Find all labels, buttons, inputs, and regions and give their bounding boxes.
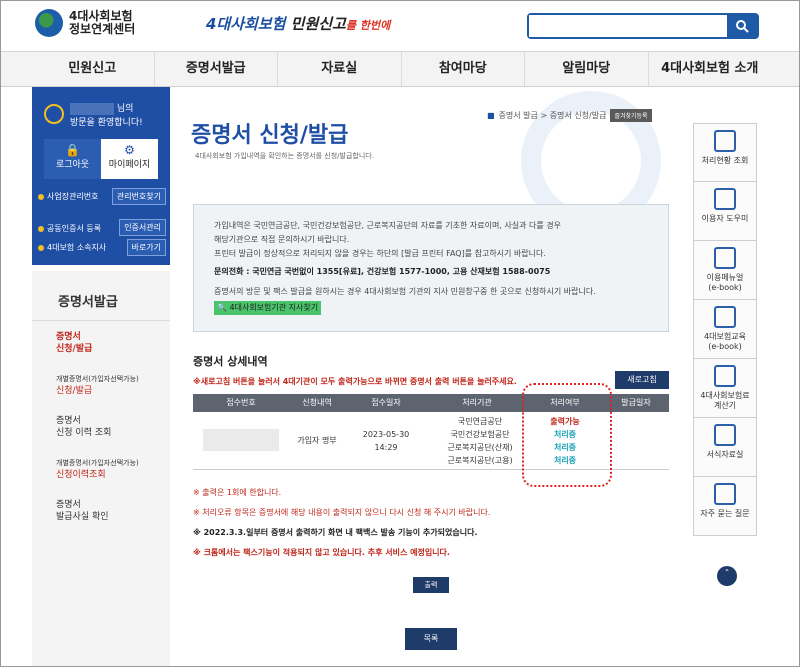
nav-item-resources[interactable]: 자료실 <box>277 52 401 86</box>
left-menu-item-apply[interactable]: 증명서 신청/발급 <box>32 321 170 363</box>
notice-box: 가입내역은 국민연금공단, 국민건강보험공단, 근로복지공단의 자료를 기초한 … <box>193 204 669 332</box>
mypage-button[interactable]: ⚙ 마이페이지 <box>101 139 158 179</box>
nav-item-participation[interactable]: 참여마당 <box>400 52 525 86</box>
workplace-number-label: 사업장관리번호 <box>38 191 99 202</box>
login-box: 님의 방문을 환영합니다! 🔒 로그아웃 ⚙ 마이페이지 사업장관리번호 관리번… <box>32 87 170 265</box>
search-icon <box>736 20 749 33</box>
magnifier-icon: 🔍 <box>217 303 227 312</box>
left-menu-item-individual-apply[interactable]: 개별증명서(가입자선택가능) 신청/발급 <box>32 363 170 405</box>
receipt-number-blurred <box>203 428 279 451</box>
quick-faq[interactable]: 자주 묻는 질문 <box>693 477 757 536</box>
print-button[interactable]: 출력 <box>413 577 449 593</box>
clipboard-icon <box>714 130 736 152</box>
bullet-icon <box>38 225 44 232</box>
main-nav: 민원신고 증명서발급 자료실 참여마당 알림마당 4대사회보험 소개 <box>1 51 799 87</box>
left-menu-item-verify[interactable]: 증명서 발급사실 확인 <box>32 489 170 531</box>
monitor-icon <box>714 188 736 210</box>
search-button[interactable] <box>727 15 757 37</box>
status-highlight-annotation <box>522 383 612 487</box>
left-menu-item-individual-history[interactable]: 개별증명서(가입자선택가능) 신청이력조회 <box>32 447 170 489</box>
page-subtitle: 4대사회보험 가입내역을 확인하는 증명서를 신청/발급합니다. <box>195 152 374 160</box>
nav-item-certificate[interactable]: 증명서발급 <box>153 52 278 86</box>
detail-section-title: 증명서 상세내역 <box>193 355 268 368</box>
contact-phone: 문의전화 : 국민연금 국번없이 1355[유료], 건강보험 1577-100… <box>214 267 551 276</box>
list-button[interactable]: 목록 <box>405 628 457 650</box>
notes: ※ 출력은 1회에 한합니다. ※ 처리오류 항목은 증명서에 해당 내용이 출… <box>193 488 491 557</box>
logo-line2: 정보연계센터 <box>69 22 136 36</box>
favorite-button[interactable]: 즐겨찾기등록 <box>610 109 652 122</box>
site-logo[interactable]: 4대사회보험 정보연계센터 <box>35 9 135 37</box>
find-number-button[interactable]: 관리번호찾기 <box>111 188 166 205</box>
branch-goto-button[interactable]: 바로가기 <box>126 239 166 256</box>
slogan-banner: 4대사회보험 민원신고를 한번에 <box>206 15 391 33</box>
quick-forms[interactable]: 서식자료실 <box>693 418 757 477</box>
nav-item-about[interactable]: 4대사회보험 소개 <box>647 52 772 86</box>
logout-button[interactable]: 🔒 로그아웃 <box>44 139 101 179</box>
nav-item-complaint[interactable]: 민원신고 <box>31 52 154 86</box>
left-menu: 증명서발급 증명서 신청/발급 개별증명서(가입자선택가능) 신청/발급 증명서… <box>32 271 170 666</box>
quick-menu: 처리현황 조회 이용자 도우미 이용메뉴얼 (e-book) 4대보험교육 (e… <box>693 123 757 536</box>
nav-item-notice[interactable]: 알림마당 <box>524 52 648 86</box>
quick-calculator[interactable]: 4대사회보험료 계산기 <box>693 359 757 418</box>
quick-education[interactable]: 4대보험교육 (e-book) <box>693 300 757 359</box>
bullet-icon <box>38 193 44 200</box>
quick-status-lookup[interactable]: 처리현황 조회 <box>693 123 757 182</box>
search-box <box>527 13 759 39</box>
logo-mark-icon <box>35 9 63 37</box>
chat-icon <box>714 483 736 505</box>
document-icon <box>714 424 736 446</box>
user-name-blurred <box>70 102 114 115</box>
gear-icon: ⚙ <box>124 143 135 157</box>
agency-list: 국민연금공단 국민건강보험공단 근로복지공단(산재) 근로복지공단(고용) <box>447 416 513 465</box>
branch-label: 4대보험 소속지사 <box>38 242 106 253</box>
scroll-top-button[interactable]: ˆ <box>717 566 737 586</box>
home-icon: ■ <box>487 111 495 120</box>
page-title: 증명서 신청/발급 <box>191 123 349 148</box>
left-menu-title: 증명서발급 <box>32 271 170 321</box>
quick-manual[interactable]: 이용메뉴얼 (e-book) <box>693 241 757 300</box>
refresh-button[interactable]: 새로고침 <box>615 371 669 389</box>
book-icon <box>714 247 736 269</box>
lock-icon: 🔒 <box>65 143 80 157</box>
refresh-note: ※새로고침 버튼을 눌러서 4대기관이 모두 출력가능으로 바뀌면 증명서 출력… <box>193 377 517 386</box>
left-menu-item-history[interactable]: 증명서 신청 이력 조회 <box>32 405 170 447</box>
ebook-icon <box>714 306 736 328</box>
certificate-manage-button[interactable]: 인증서관리 <box>119 219 166 236</box>
chevron-up-icon: ˆ <box>724 569 730 580</box>
bullet-icon <box>38 244 44 251</box>
page-frame: 4대사회보험 정보연계센터 4대사회보험 민원신고를 한번에 민원신고 증명서발… <box>0 0 800 667</box>
user-greeting: 님의 방문을 환영합니다! <box>44 101 143 128</box>
search-input[interactable] <box>529 15 727 37</box>
certificate-register-label: 공동인증서 등록 <box>38 223 101 234</box>
calculator-icon <box>714 365 736 387</box>
breadcrumb: ■ 증명서 발급 > 증명서 신청/발급 즐겨찾기등록 <box>487 109 652 122</box>
find-branch-link[interactable]: 🔍 4대사회보험기관 지사찾기 <box>214 301 322 315</box>
quick-user-guide[interactable]: 이용자 도우미 <box>693 182 757 241</box>
user-icon <box>44 104 64 125</box>
header: 4대사회보험 정보연계센터 4대사회보험 민원신고를 한번에 <box>1 1 799 51</box>
